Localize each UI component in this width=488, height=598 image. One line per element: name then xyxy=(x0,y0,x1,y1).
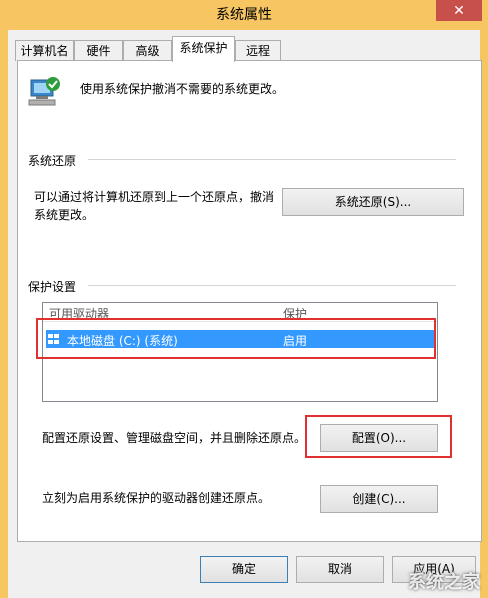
table-row[interactable]: 本地磁盘 (C:) (系统) 启用 xyxy=(46,330,434,348)
tab-system-protection[interactable]: 系统保护 xyxy=(172,36,235,62)
drive-status: 启用 xyxy=(283,334,308,348)
drive-list[interactable]: 可用驱动器 保护 本地磁盘 (C:) (系统) 启用 xyxy=(42,302,438,402)
ok-button[interactable]: 确定 xyxy=(200,556,288,583)
drive-list-header: 可用驱动器 保护 xyxy=(43,303,437,322)
restore-section-title: 系统还原 xyxy=(28,154,77,168)
window-title: 系统属性 xyxy=(216,7,272,23)
configure-button[interactable]: 配置(O)... xyxy=(320,424,438,452)
intro-text: 使用系统保护撤消不需要的系统更改。 xyxy=(80,82,285,96)
tab-remote[interactable]: 远程 xyxy=(235,40,281,61)
watermark-logo: 系统之家 xyxy=(408,572,480,593)
system-restore-button[interactable]: 系统还原(S)... xyxy=(282,188,464,216)
drive-icon xyxy=(48,333,60,345)
close-icon: ✕ xyxy=(453,2,465,19)
tab-panel xyxy=(17,60,482,542)
column-drive[interactable]: 可用驱动器 xyxy=(49,305,109,322)
system-protection-icon xyxy=(28,74,62,108)
drive-name: 本地磁盘 (C:) (系统) xyxy=(67,334,178,348)
protection-divider xyxy=(88,285,456,286)
create-button[interactable]: 创建(C)... xyxy=(320,485,438,513)
cancel-button[interactable]: 取消 xyxy=(296,556,384,583)
title-bar: 系统属性 ✕ xyxy=(0,0,488,30)
tab-computer-name[interactable]: 计算机名 xyxy=(15,40,74,61)
restore-description: 可以通过将计算机还原到上一个还原点，撤消系统更改。 xyxy=(34,190,275,222)
column-protection[interactable]: 保护 xyxy=(283,305,307,322)
tab-hardware[interactable]: 硬件 xyxy=(74,40,123,61)
protection-section-title: 保护设置 xyxy=(28,280,77,294)
tab-advanced[interactable]: 高级 xyxy=(123,40,172,61)
restore-divider xyxy=(88,159,456,160)
close-button[interactable]: ✕ xyxy=(436,0,482,21)
create-description: 立刻为启用系统保护的驱动器创建还原点。 xyxy=(42,491,271,505)
configure-description: 配置还原设置、管理磁盘空间，并且删除还原点。 xyxy=(42,431,307,445)
